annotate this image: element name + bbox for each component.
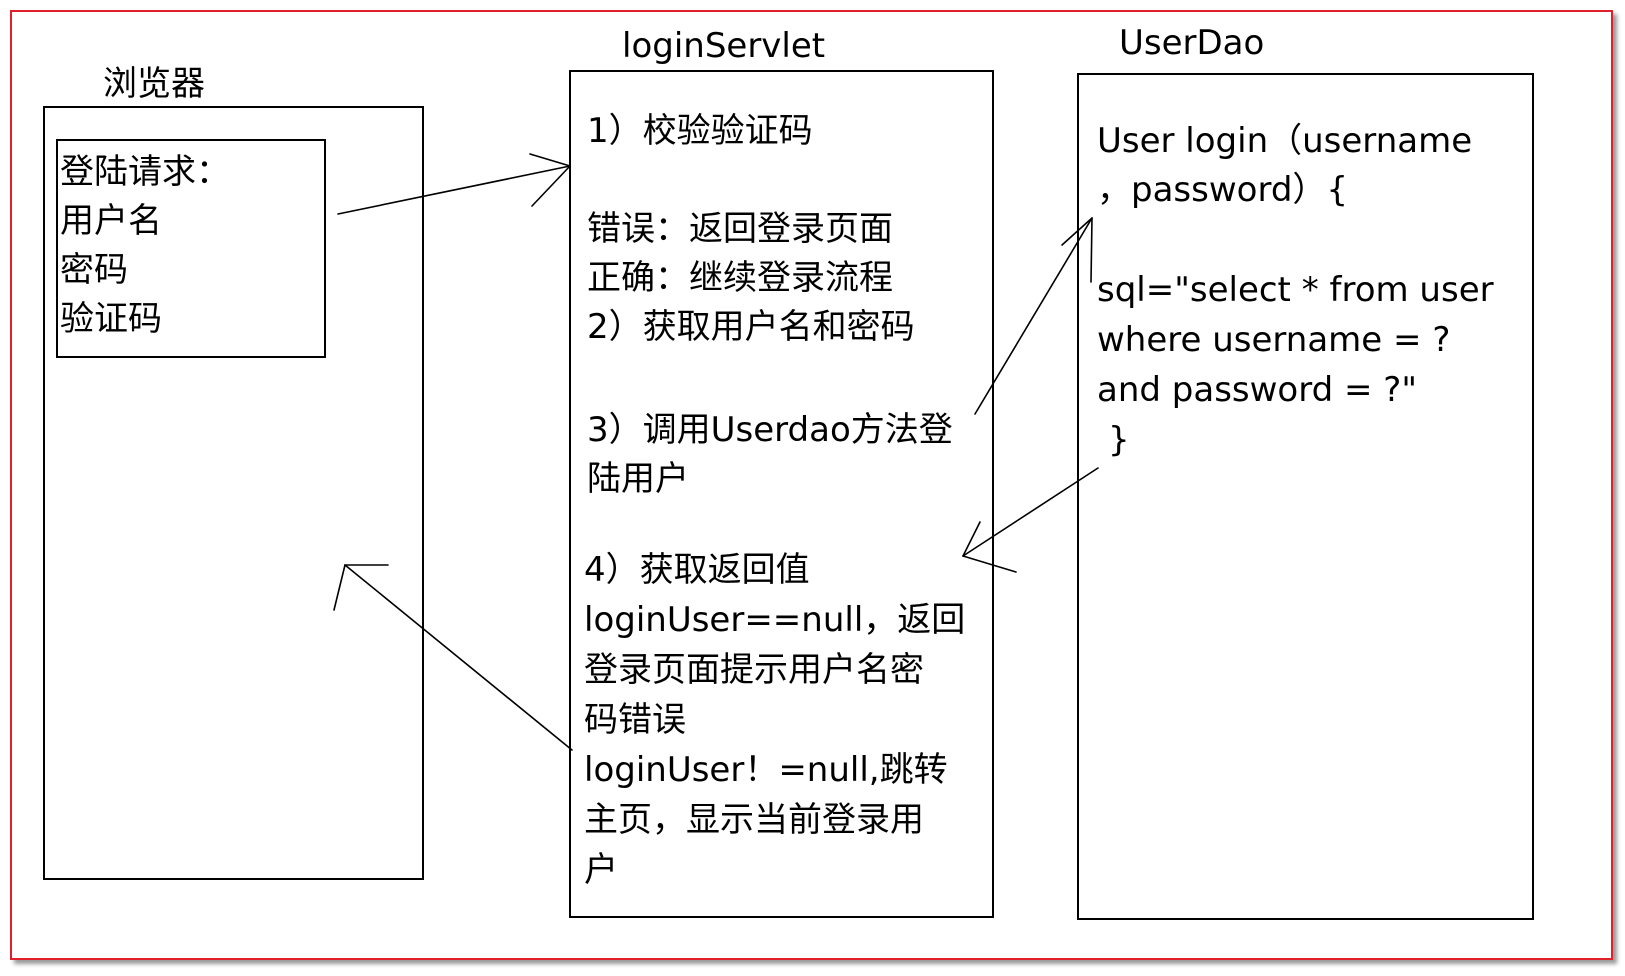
arrow-servlet-to-browser xyxy=(333,564,573,751)
arrow-servlet-to-dao xyxy=(974,217,1093,415)
arrow-browser-to-servlet xyxy=(337,153,571,215)
flow-arrows xyxy=(333,153,1099,751)
arrow-dao-to-servlet xyxy=(962,467,1099,573)
